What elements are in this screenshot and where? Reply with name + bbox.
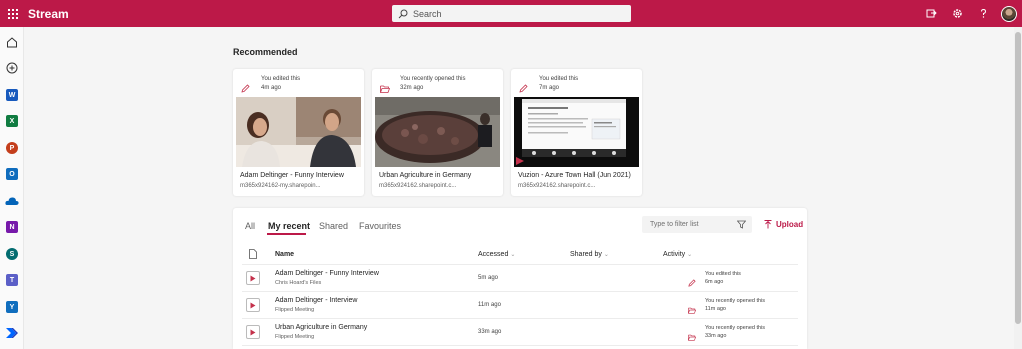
chevron-down-icon: ⌄ bbox=[510, 252, 516, 258]
top-bar: Stream Search bbox=[0, 0, 1022, 27]
card-url: m365x924162.sharepoint.c... bbox=[379, 183, 457, 189]
file-type-icon bbox=[249, 249, 257, 261]
recommended-card[interactable]: You recently opened this 32m ago Urban Ag… bbox=[372, 69, 503, 196]
tab-favourites[interactable]: Favourites bbox=[359, 221, 401, 231]
help-icon[interactable] bbox=[970, 0, 996, 27]
home-icon[interactable] bbox=[4, 34, 20, 50]
upload-icon bbox=[764, 220, 772, 229]
app-rail: W X P O N S T Y bbox=[0, 27, 24, 349]
row-accessed: 11m ago bbox=[478, 302, 501, 308]
avatar bbox=[1001, 5, 1017, 22]
power-automate-icon[interactable] bbox=[4, 325, 20, 341]
folder-open-icon bbox=[380, 80, 391, 98]
column-accessed[interactable]: Accessed ⌄ bbox=[478, 251, 515, 258]
upload-button[interactable]: Upload bbox=[764, 220, 803, 229]
pencil-icon bbox=[519, 80, 528, 98]
sharepoint-icon[interactable]: S bbox=[4, 246, 20, 262]
profile-avatar[interactable] bbox=[996, 0, 1022, 27]
row-title[interactable]: Adam Deltinger - Interview bbox=[275, 297, 357, 304]
search-placeholder: Search bbox=[413, 8, 442, 19]
search-icon bbox=[398, 9, 408, 18]
table-row[interactable]: Adam Deltinger - Interview Flipped Meeti… bbox=[242, 292, 798, 319]
card-activity: You edited this bbox=[539, 76, 579, 82]
card-url: m365x924162.sharepoint.c... bbox=[518, 183, 596, 189]
row-location: Flipped Meeting bbox=[275, 334, 315, 340]
word-icon[interactable]: W bbox=[4, 87, 20, 103]
row-accessed: 33m ago bbox=[478, 329, 502, 335]
folder-open-icon bbox=[688, 301, 697, 319]
onenote-icon[interactable]: N bbox=[4, 219, 20, 235]
powerpoint-icon[interactable]: P bbox=[4, 140, 20, 156]
column-accessed-label: Accessed bbox=[478, 251, 509, 258]
column-shared-by-label: Shared by bbox=[570, 251, 602, 258]
create-icon[interactable] bbox=[4, 60, 20, 76]
column-name[interactable]: Name bbox=[275, 251, 294, 258]
folder-open-icon bbox=[688, 328, 697, 346]
onedrive-icon[interactable] bbox=[4, 193, 20, 209]
chevron-down-icon: ⌄ bbox=[603, 252, 609, 258]
column-activity-label: Activity bbox=[663, 251, 686, 258]
files-list-panel: All My recent Shared Favourites Type to … bbox=[233, 208, 807, 349]
video-file-icon bbox=[246, 325, 260, 339]
row-activity-time: 6m ago bbox=[705, 279, 724, 285]
filter-placeholder: Type to filter list bbox=[650, 221, 699, 228]
filter-input[interactable]: Type to filter list bbox=[642, 216, 752, 233]
card-title[interactable]: Urban Agriculture in Germany bbox=[379, 172, 471, 179]
row-location: Flipped Meeting bbox=[275, 307, 315, 313]
table-row[interactable]: Urban Agriculture in Germany Flipped Mee… bbox=[242, 319, 798, 346]
upload-label: Upload bbox=[776, 220, 804, 229]
row-title[interactable]: Urban Agriculture in Germany bbox=[275, 324, 367, 331]
outlook-icon[interactable]: O bbox=[4, 166, 20, 182]
pencil-icon bbox=[241, 80, 250, 98]
card-time: 4m ago bbox=[261, 85, 282, 91]
column-activity[interactable]: Activity ⌄ bbox=[663, 251, 692, 258]
row-title[interactable]: Adam Deltinger - Funny Interview bbox=[275, 270, 379, 277]
card-activity: You recently opened this bbox=[400, 76, 466, 82]
row-activity: You recently opened this bbox=[705, 325, 766, 331]
video-thumbnail[interactable] bbox=[514, 97, 639, 167]
tab-all[interactable]: All bbox=[245, 221, 255, 231]
card-time: 32m ago bbox=[400, 85, 424, 91]
yammer-icon[interactable]: Y bbox=[4, 299, 20, 315]
app-title[interactable]: Stream bbox=[28, 7, 69, 21]
row-activity-time: 33m ago bbox=[705, 333, 727, 339]
app-launcher-icon[interactable] bbox=[0, 0, 25, 27]
row-activity-time: 11m ago bbox=[705, 306, 726, 312]
row-activity: You edited this bbox=[705, 271, 741, 277]
video-thumbnail[interactable] bbox=[375, 97, 500, 167]
search-input[interactable]: Search bbox=[392, 5, 631, 22]
section-title: Recommended bbox=[233, 47, 298, 57]
excel-icon[interactable]: X bbox=[4, 113, 20, 129]
active-tab-indicator bbox=[267, 233, 306, 235]
video-thumbnail[interactable] bbox=[236, 97, 361, 167]
scrollbar[interactable] bbox=[1014, 27, 1022, 349]
card-title[interactable]: Vuzion - Azure Town Hall (Jun 2021) bbox=[518, 172, 631, 179]
tab-shared[interactable]: Shared bbox=[319, 221, 348, 231]
row-activity: You recently opened this bbox=[705, 298, 766, 304]
tab-my-recent[interactable]: My recent bbox=[268, 221, 310, 231]
chevron-down-icon: ⌄ bbox=[687, 252, 693, 258]
row-accessed: 5m ago bbox=[478, 275, 499, 281]
filter-icon bbox=[736, 220, 747, 231]
video-file-icon bbox=[246, 298, 260, 312]
teams-icon[interactable]: T bbox=[4, 272, 20, 288]
card-title[interactable]: Adam Deltinger - Funny Interview bbox=[240, 172, 344, 179]
video-file-icon bbox=[246, 271, 260, 285]
gear-icon[interactable] bbox=[944, 0, 970, 27]
main-content: Recommended You edited this 4m ago Adam … bbox=[24, 27, 1022, 349]
column-shared-by[interactable]: Shared by ⌄ bbox=[570, 251, 609, 258]
pencil-icon bbox=[688, 274, 696, 292]
card-url: m365x924162-my.sharepoin... bbox=[240, 183, 321, 189]
card-time: 7m ago bbox=[539, 85, 560, 91]
whats-new-icon[interactable] bbox=[918, 0, 944, 27]
table-row[interactable]: Adam Deltinger - Funny Interview Chris H… bbox=[242, 265, 798, 292]
card-activity: You edited this bbox=[261, 76, 301, 82]
row-location: Chris Hoard's Files bbox=[275, 280, 322, 286]
recommended-card[interactable]: You edited this 7m ago Vuzion - Azure To… bbox=[511, 69, 642, 196]
recommended-card[interactable]: You edited this 4m ago Adam Deltinger - F… bbox=[233, 69, 364, 196]
scrollbar-thumb[interactable] bbox=[1015, 32, 1021, 324]
